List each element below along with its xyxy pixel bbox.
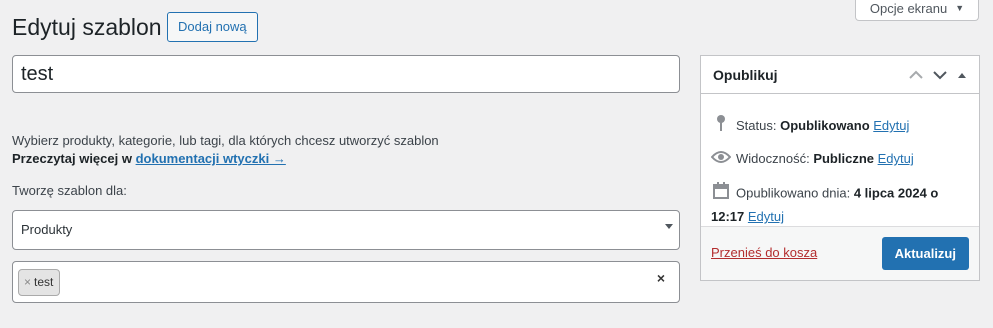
collapse-toggle-icon[interactable]	[957, 71, 967, 79]
title-input[interactable]: test	[12, 55, 680, 93]
move-down-icon[interactable]	[933, 70, 947, 80]
selected-tag: × test	[18, 269, 61, 296]
publish-footer: Przenieś do kosza Aktualizuj	[701, 226, 979, 280]
published-edit-link[interactable]: Edytuj	[748, 209, 784, 224]
publish-box: Opublikuj Status: Opublikowano Edytuj Wi…	[700, 55, 980, 281]
published-row: Opublikowano dnia: 4 lipca 2024 o 12:17 …	[711, 182, 973, 228]
template-type-select[interactable]: Produkty	[12, 210, 680, 250]
description: Wybierz produkty, kategorie, lub tagi, d…	[12, 132, 439, 168]
calendar-icon	[711, 182, 731, 206]
tag-remove-icon[interactable]: ×	[24, 270, 31, 295]
tag-label: test	[34, 275, 54, 289]
clear-selection-icon[interactable]: ×	[657, 270, 665, 286]
status-edit-link[interactable]: Edytuj	[873, 118, 909, 133]
page-title: Edytuj szablon	[12, 14, 162, 40]
eye-icon	[710, 149, 732, 171]
description-text: Wybierz produkty, kategorie, lub tagi, d…	[12, 133, 439, 148]
documentation-link[interactable]: dokumentacji wtyczki →	[136, 151, 286, 166]
pin-icon	[711, 114, 731, 139]
select-value: Produkty	[21, 222, 73, 237]
add-new-button[interactable]: Dodaj nową	[167, 12, 258, 42]
published-label: Opublikowano dnia:	[736, 185, 854, 201]
status-row: Status: Opublikowano Edytuj	[711, 114, 909, 139]
status-value: Opublikowano	[780, 117, 870, 133]
publish-header: Opublikuj	[701, 56, 979, 94]
visibility-edit-link[interactable]: Edytuj	[878, 151, 914, 166]
read-more-prefix: Przeczytaj więcej w	[12, 151, 136, 166]
read-more-line: Przeczytaj więcej w dokumentacji wtyczki…	[12, 150, 439, 168]
tags-multiselect[interactable]: × test ×	[12, 261, 680, 303]
visibility-row: Widoczność: Publiczne Edytuj	[710, 148, 914, 171]
publish-title: Opublikuj	[713, 66, 778, 83]
published-time: 12:17	[711, 209, 745, 224]
move-to-trash-link[interactable]: Przenieś do kosza	[711, 245, 817, 260]
visibility-value: Publiczne	[813, 151, 874, 166]
visibility-label: Widoczność:	[736, 151, 814, 166]
template-for-label: Tworzę szablon dla:	[12, 183, 127, 198]
status-label: Status:	[736, 117, 781, 133]
screen-options-button[interactable]: Opcje ekranu ▼	[855, 0, 979, 21]
move-up-icon[interactable]	[909, 70, 923, 80]
published-date: 4 lipca 2024 o	[853, 185, 939, 201]
screen-options-label: Opcje ekranu	[869, 0, 948, 16]
dropdown-arrow-icon	[665, 224, 673, 229]
panel-controls	[909, 70, 967, 80]
caret-down-icon: ▼	[955, 3, 965, 13]
update-button[interactable]: Aktualizuj	[881, 237, 969, 270]
